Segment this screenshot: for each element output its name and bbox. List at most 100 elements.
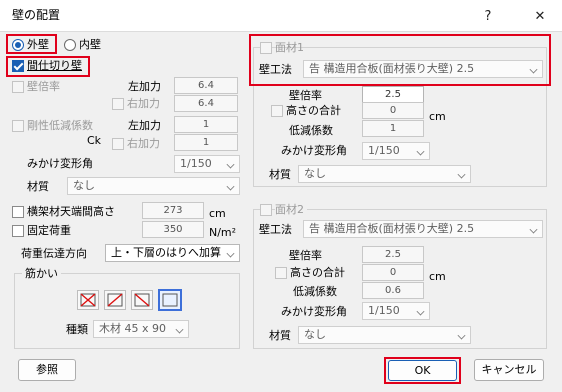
- cancel-button[interactable]: キャンセル: [474, 359, 544, 381]
- surface2-method-select[interactable]: 告 構造用合板(面材張り大壁) 2.5: [303, 220, 543, 238]
- beam-height-unit: cm: [209, 207, 226, 220]
- surface1-bai-field[interactable]: 2.5: [362, 86, 424, 103]
- surface2-method-label: 壁工法: [259, 223, 292, 236]
- surface1-material-select[interactable]: なし: [298, 165, 471, 183]
- surface2-bai-label: 壁倍率: [289, 249, 322, 262]
- surface1-height-field[interactable]: 0: [362, 102, 424, 119]
- chevron-down-icon: [457, 331, 466, 340]
- ok-button[interactable]: OK: [388, 360, 457, 381]
- fixed-load-checkbox[interactable]: [12, 225, 24, 237]
- load-direction-select[interactable]: 上・下層のはりへ加算: [105, 244, 240, 262]
- surface2-deform-label: みかけ変形角: [281, 305, 347, 318]
- surface2-height-unit: cm: [429, 270, 446, 283]
- material-value: なし: [73, 179, 95, 192]
- material-select[interactable]: なし: [67, 177, 240, 195]
- deform-angle-select[interactable]: 1/150: [174, 155, 240, 173]
- close-icon[interactable]: ✕: [526, 4, 554, 28]
- brace-type-value: 木材 45 x 90: [99, 322, 166, 335]
- brace-none-button[interactable]: [158, 289, 182, 311]
- surface1-material-value: なし: [304, 167, 326, 180]
- surface2-material-select[interactable]: なし: [298, 326, 471, 344]
- chevron-down-icon: [457, 170, 466, 179]
- surface1-deform-select[interactable]: 1/150: [362, 142, 430, 160]
- brace-double-x-button[interactable]: [77, 290, 99, 310]
- surface1-method-label: 壁工法: [259, 63, 292, 76]
- surface1-reduce-label: 低減係数: [289, 124, 333, 137]
- partition-wall-checkbox[interactable]: [12, 60, 24, 72]
- stiffness-left-field[interactable]: 1: [174, 116, 238, 133]
- wall-bai-checkbox[interactable]: [12, 81, 24, 93]
- wall-bai-left-field[interactable]: 6.4: [174, 77, 238, 94]
- stiffness-right-label: 右加力: [127, 137, 160, 150]
- chevron-down-icon: [529, 225, 538, 234]
- stiffness-right-field[interactable]: 1: [174, 134, 238, 151]
- surface2-height-label: 高さの合計: [290, 266, 345, 279]
- fixed-load-field[interactable]: 350: [142, 221, 204, 238]
- surface2-bai-field[interactable]: 2.5: [362, 246, 424, 263]
- surface1-height-unit: cm: [429, 110, 446, 123]
- brace-double-x-icon: [80, 293, 96, 307]
- load-direction-label: 荷重伝達方向: [21, 247, 87, 260]
- beam-height-field[interactable]: 273: [142, 202, 204, 219]
- ck-label: Ck: [87, 134, 102, 147]
- stiffness-checkbox[interactable]: [12, 120, 24, 132]
- surface2-checkbox[interactable]: [260, 204, 272, 216]
- surface1-title: 面材1: [275, 41, 304, 54]
- stiffness-left-label: 左加力: [128, 119, 161, 132]
- surface1-bai-label: 壁倍率: [289, 89, 322, 102]
- surface1-method-select[interactable]: 告 構造用合板(面材張り大壁) 2.5: [303, 60, 543, 78]
- surface1-material-label: 材質: [269, 168, 291, 181]
- brace-left-button[interactable]: [131, 290, 153, 310]
- chevron-down-icon: [226, 249, 235, 258]
- inner-wall-radio[interactable]: [64, 39, 76, 51]
- material-label: 材質: [27, 180, 49, 193]
- outer-wall-radio[interactable]: [12, 39, 24, 51]
- surface2-method-value: 告 構造用合板(面材張り大壁) 2.5: [309, 222, 475, 235]
- surface1-height-checkbox[interactable]: [271, 105, 283, 117]
- wall-bai-right-field[interactable]: 6.4: [174, 95, 238, 112]
- chevron-down-icon: [416, 307, 425, 316]
- surface2-reduce-field[interactable]: 0.6: [362, 282, 424, 299]
- surface1-deform-value: 1/150: [368, 144, 400, 157]
- stiffness-label: 剛性低減係数: [27, 119, 93, 132]
- beam-height-checkbox[interactable]: [12, 206, 24, 218]
- chevron-down-icon: [529, 65, 538, 74]
- help-icon[interactable]: ?: [474, 4, 502, 28]
- surface2-material-value: なし: [304, 328, 326, 341]
- surface1-checkbox[interactable]: [260, 42, 272, 54]
- inner-wall-label[interactable]: 内壁: [79, 38, 101, 52]
- surface2-height-checkbox[interactable]: [275, 267, 287, 279]
- surface1-method-value: 告 構造用合板(面材張り大壁) 2.5: [309, 62, 475, 75]
- brace-right-icon: [107, 293, 123, 307]
- chevron-down-icon: [226, 182, 235, 191]
- wall-bai-left-label: 左加力: [128, 80, 161, 93]
- brace-none-icon: [162, 293, 178, 307]
- window-title: 壁の配置: [12, 8, 61, 22]
- surface1-height-label: 高さの合計: [286, 104, 341, 117]
- surface2-reduce-label: 低減係数: [293, 285, 337, 298]
- fixed-load-unit: N/m²: [209, 226, 237, 239]
- surface2-title: 面材2: [275, 203, 307, 217]
- surface2-height-field[interactable]: 0: [362, 264, 424, 281]
- surface1-reduce-field[interactable]: 1: [362, 120, 424, 137]
- surface2-deform-value: 1/150: [368, 304, 400, 317]
- partition-wall-label[interactable]: 間仕切り壁: [27, 59, 82, 73]
- surface2-deform-select[interactable]: 1/150: [362, 302, 430, 320]
- outer-wall-label[interactable]: 外壁: [27, 38, 49, 52]
- stiffness-right-checkbox[interactable]: [112, 138, 124, 150]
- beam-height-label: 横架材天端間高さ: [27, 205, 115, 218]
- chevron-down-icon: [226, 160, 235, 169]
- deform-angle-label: みかけ変形角: [27, 157, 93, 170]
- wall-bai-right-checkbox[interactable]: [112, 98, 124, 110]
- brace-right-button[interactable]: [104, 290, 126, 310]
- brace-type-label: 種類: [66, 323, 88, 336]
- reference-button[interactable]: 参照: [18, 359, 76, 381]
- deform-angle-value: 1/150: [180, 157, 212, 170]
- brace-left-icon: [134, 293, 150, 307]
- chevron-down-icon: [175, 325, 184, 334]
- surface2-material-label: 材質: [269, 329, 291, 342]
- chevron-down-icon: [416, 147, 425, 156]
- wall-bai-right-label: 右加力: [127, 97, 160, 110]
- load-direction-value: 上・下層のはりへ加算: [111, 246, 221, 259]
- brace-type-select[interactable]: 木材 45 x 90: [93, 320, 189, 338]
